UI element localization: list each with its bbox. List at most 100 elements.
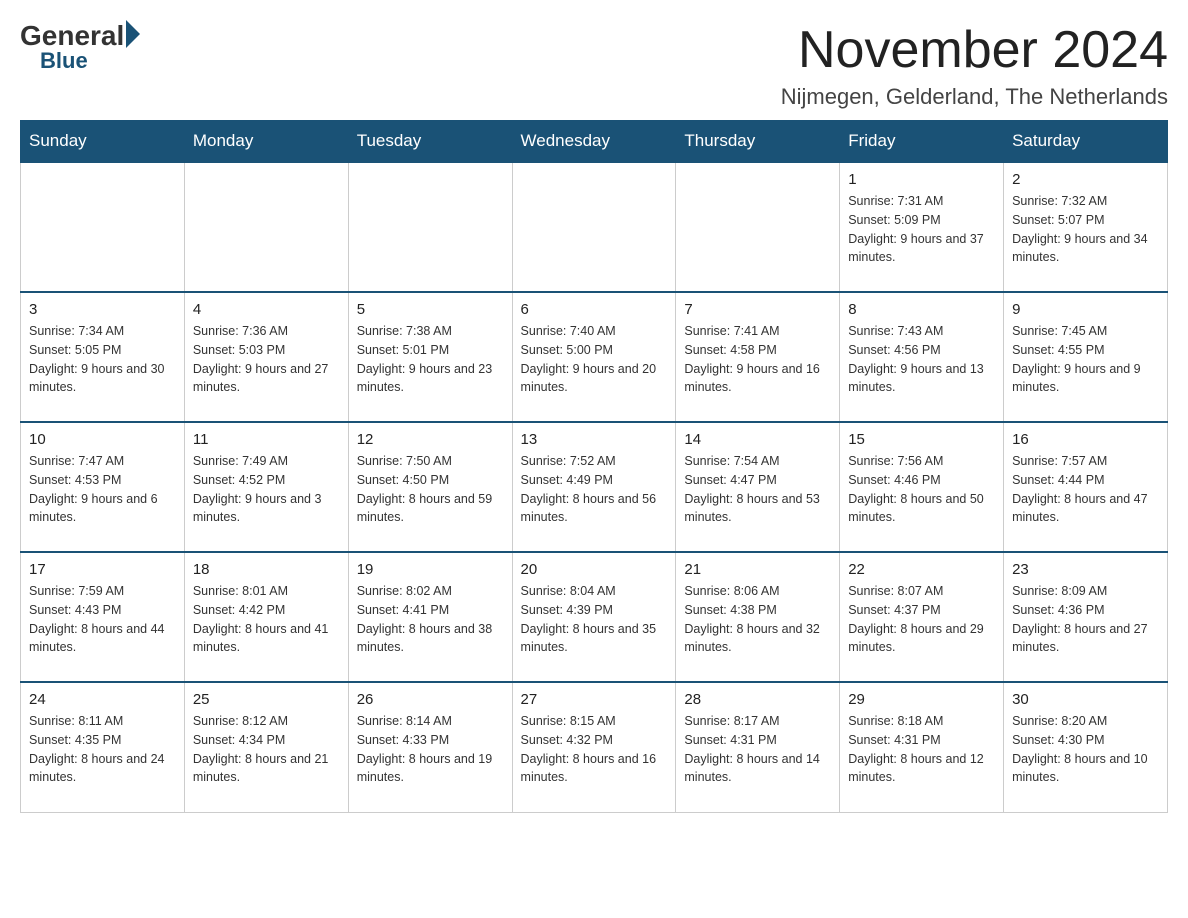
- calendar-cell: 9 Sunrise: 7:45 AM Sunset: 4:55 PM Daylig…: [1004, 292, 1168, 422]
- day-info: Sunrise: 8:15 AM Sunset: 4:32 PM Dayligh…: [521, 712, 668, 787]
- day-number: 7: [684, 301, 831, 318]
- day-info: Sunrise: 7:49 AM Sunset: 4:52 PM Dayligh…: [193, 452, 340, 527]
- calendar-cell: 2 Sunrise: 7:32 AM Sunset: 5:07 PM Daylig…: [1004, 162, 1168, 292]
- calendar-cell: 21 Sunrise: 8:06 AM Sunset: 4:38 PM Dayli…: [676, 552, 840, 682]
- weekday-header-wednesday: Wednesday: [512, 121, 676, 163]
- day-number: 13: [521, 431, 668, 448]
- day-info: Sunrise: 7:41 AM Sunset: 4:58 PM Dayligh…: [684, 322, 831, 397]
- calendar-week-row: 3 Sunrise: 7:34 AM Sunset: 5:05 PM Daylig…: [21, 292, 1168, 422]
- day-number: 17: [29, 561, 176, 578]
- calendar-cell: 3 Sunrise: 7:34 AM Sunset: 5:05 PM Daylig…: [21, 292, 185, 422]
- calendar-cell: 25 Sunrise: 8:12 AM Sunset: 4:34 PM Dayli…: [184, 682, 348, 812]
- calendar-cell: [184, 162, 348, 292]
- day-number: 10: [29, 431, 176, 448]
- day-info: Sunrise: 8:11 AM Sunset: 4:35 PM Dayligh…: [29, 712, 176, 787]
- day-info: Sunrise: 8:09 AM Sunset: 4:36 PM Dayligh…: [1012, 582, 1159, 657]
- calendar-cell: 17 Sunrise: 7:59 AM Sunset: 4:43 PM Dayli…: [21, 552, 185, 682]
- day-info: Sunrise: 7:47 AM Sunset: 4:53 PM Dayligh…: [29, 452, 176, 527]
- weekday-header-friday: Friday: [840, 121, 1004, 163]
- day-info: Sunrise: 8:06 AM Sunset: 4:38 PM Dayligh…: [684, 582, 831, 657]
- title-area: November 2024 Nijmegen, Gelderland, The …: [781, 20, 1168, 110]
- calendar-week-row: 1 Sunrise: 7:31 AM Sunset: 5:09 PM Daylig…: [21, 162, 1168, 292]
- day-info: Sunrise: 8:14 AM Sunset: 4:33 PM Dayligh…: [357, 712, 504, 787]
- calendar-week-row: 17 Sunrise: 7:59 AM Sunset: 4:43 PM Dayli…: [21, 552, 1168, 682]
- day-number: 25: [193, 691, 340, 708]
- weekday-header-saturday: Saturday: [1004, 121, 1168, 163]
- calendar-header: SundayMondayTuesdayWednesdayThursdayFrid…: [21, 121, 1168, 163]
- calendar-cell: 8Sunrise: 7:43 AM Sunset: 4:56 PM Daylig…: [840, 292, 1004, 422]
- calendar-cell: 14Sunrise: 7:54 AM Sunset: 4:47 PM Dayli…: [676, 422, 840, 552]
- calendar-cell: 24 Sunrise: 8:11 AM Sunset: 4:35 PM Dayli…: [21, 682, 185, 812]
- calendar-cell: 19 Sunrise: 8:02 AM Sunset: 4:41 PM Dayli…: [348, 552, 512, 682]
- day-number: 30: [1012, 691, 1159, 708]
- weekday-header-sunday: Sunday: [21, 121, 185, 163]
- day-number: 19: [357, 561, 504, 578]
- logo-blue: Blue: [40, 48, 88, 74]
- calendar-cell: 10 Sunrise: 7:47 AM Sunset: 4:53 PM Dayli…: [21, 422, 185, 552]
- calendar-body: 1 Sunrise: 7:31 AM Sunset: 5:09 PM Daylig…: [21, 162, 1168, 812]
- calendar-cell: 6Sunrise: 7:40 AM Sunset: 5:00 PM Daylig…: [512, 292, 676, 422]
- calendar-cell: 30 Sunrise: 8:20 AM Sunset: 4:30 PM Dayli…: [1004, 682, 1168, 812]
- calendar-cell: 11Sunrise: 7:49 AM Sunset: 4:52 PM Dayli…: [184, 422, 348, 552]
- day-number: 29: [848, 691, 995, 708]
- day-number: 20: [521, 561, 668, 578]
- calendar-cell: 16Sunrise: 7:57 AM Sunset: 4:44 PM Dayli…: [1004, 422, 1168, 552]
- calendar-cell: 18 Sunrise: 8:01 AM Sunset: 4:42 PM Dayli…: [184, 552, 348, 682]
- day-number: 14: [684, 431, 831, 448]
- day-info: Sunrise: 8:17 AM Sunset: 4:31 PM Dayligh…: [684, 712, 831, 787]
- day-number: 1: [848, 171, 995, 188]
- day-number: 9: [1012, 301, 1159, 318]
- day-info: Sunrise: 7:38 AM Sunset: 5:01 PM Dayligh…: [357, 322, 504, 397]
- location-title: Nijmegen, Gelderland, The Netherlands: [781, 84, 1168, 110]
- day-info: Sunrise: 8:12 AM Sunset: 4:34 PM Dayligh…: [193, 712, 340, 787]
- calendar-cell: 1 Sunrise: 7:31 AM Sunset: 5:09 PM Daylig…: [840, 162, 1004, 292]
- day-number: 24: [29, 691, 176, 708]
- day-info: Sunrise: 7:45 AM Sunset: 4:55 PM Dayligh…: [1012, 322, 1159, 397]
- day-number: 2: [1012, 171, 1159, 188]
- day-number: 12: [357, 431, 504, 448]
- day-number: 3: [29, 301, 176, 318]
- calendar-cell: 20Sunrise: 8:04 AM Sunset: 4:39 PM Dayli…: [512, 552, 676, 682]
- calendar-cell: 26Sunrise: 8:14 AM Sunset: 4:33 PM Dayli…: [348, 682, 512, 812]
- calendar-table: SundayMondayTuesdayWednesdayThursdayFrid…: [20, 120, 1168, 813]
- day-info: Sunrise: 7:50 AM Sunset: 4:50 PM Dayligh…: [357, 452, 504, 527]
- weekday-header-tuesday: Tuesday: [348, 121, 512, 163]
- calendar-cell: 5 Sunrise: 7:38 AM Sunset: 5:01 PM Daylig…: [348, 292, 512, 422]
- day-info: Sunrise: 7:32 AM Sunset: 5:07 PM Dayligh…: [1012, 192, 1159, 267]
- day-number: 5: [357, 301, 504, 318]
- weekday-header-monday: Monday: [184, 121, 348, 163]
- day-info: Sunrise: 7:43 AM Sunset: 4:56 PM Dayligh…: [848, 322, 995, 397]
- day-info: Sunrise: 7:34 AM Sunset: 5:05 PM Dayligh…: [29, 322, 176, 397]
- day-info: Sunrise: 8:02 AM Sunset: 4:41 PM Dayligh…: [357, 582, 504, 657]
- calendar-cell: 23 Sunrise: 8:09 AM Sunset: 4:36 PM Dayli…: [1004, 552, 1168, 682]
- day-info: Sunrise: 8:07 AM Sunset: 4:37 PM Dayligh…: [848, 582, 995, 657]
- day-info: Sunrise: 7:31 AM Sunset: 5:09 PM Dayligh…: [848, 192, 995, 267]
- calendar-week-row: 24 Sunrise: 8:11 AM Sunset: 4:35 PM Dayli…: [21, 682, 1168, 812]
- day-number: 18: [193, 561, 340, 578]
- calendar-cell: 27Sunrise: 8:15 AM Sunset: 4:32 PM Dayli…: [512, 682, 676, 812]
- weekday-header-row: SundayMondayTuesdayWednesdayThursdayFrid…: [21, 121, 1168, 163]
- calendar-cell: [512, 162, 676, 292]
- day-number: 23: [1012, 561, 1159, 578]
- calendar-cell: [348, 162, 512, 292]
- calendar-cell: [21, 162, 185, 292]
- calendar-cell: 13 Sunrise: 7:52 AM Sunset: 4:49 PM Dayli…: [512, 422, 676, 552]
- day-number: 28: [684, 691, 831, 708]
- day-info: Sunrise: 8:20 AM Sunset: 4:30 PM Dayligh…: [1012, 712, 1159, 787]
- day-number: 21: [684, 561, 831, 578]
- day-info: Sunrise: 7:57 AM Sunset: 4:44 PM Dayligh…: [1012, 452, 1159, 527]
- day-info: Sunrise: 7:40 AM Sunset: 5:00 PM Dayligh…: [521, 322, 668, 397]
- calendar-week-row: 10 Sunrise: 7:47 AM Sunset: 4:53 PM Dayli…: [21, 422, 1168, 552]
- day-number: 22: [848, 561, 995, 578]
- day-info: Sunrise: 8:01 AM Sunset: 4:42 PM Dayligh…: [193, 582, 340, 657]
- day-info: Sunrise: 7:56 AM Sunset: 4:46 PM Dayligh…: [848, 452, 995, 527]
- day-info: Sunrise: 7:36 AM Sunset: 5:03 PM Dayligh…: [193, 322, 340, 397]
- calendar-cell: 15 Sunrise: 7:56 AM Sunset: 4:46 PM Dayli…: [840, 422, 1004, 552]
- day-number: 15: [848, 431, 995, 448]
- month-title: November 2024: [781, 20, 1168, 80]
- weekday-header-thursday: Thursday: [676, 121, 840, 163]
- day-info: Sunrise: 8:18 AM Sunset: 4:31 PM Dayligh…: [848, 712, 995, 787]
- day-info: Sunrise: 7:52 AM Sunset: 4:49 PM Dayligh…: [521, 452, 668, 527]
- calendar-cell: 28 Sunrise: 8:17 AM Sunset: 4:31 PM Dayli…: [676, 682, 840, 812]
- day-info: Sunrise: 7:59 AM Sunset: 4:43 PM Dayligh…: [29, 582, 176, 657]
